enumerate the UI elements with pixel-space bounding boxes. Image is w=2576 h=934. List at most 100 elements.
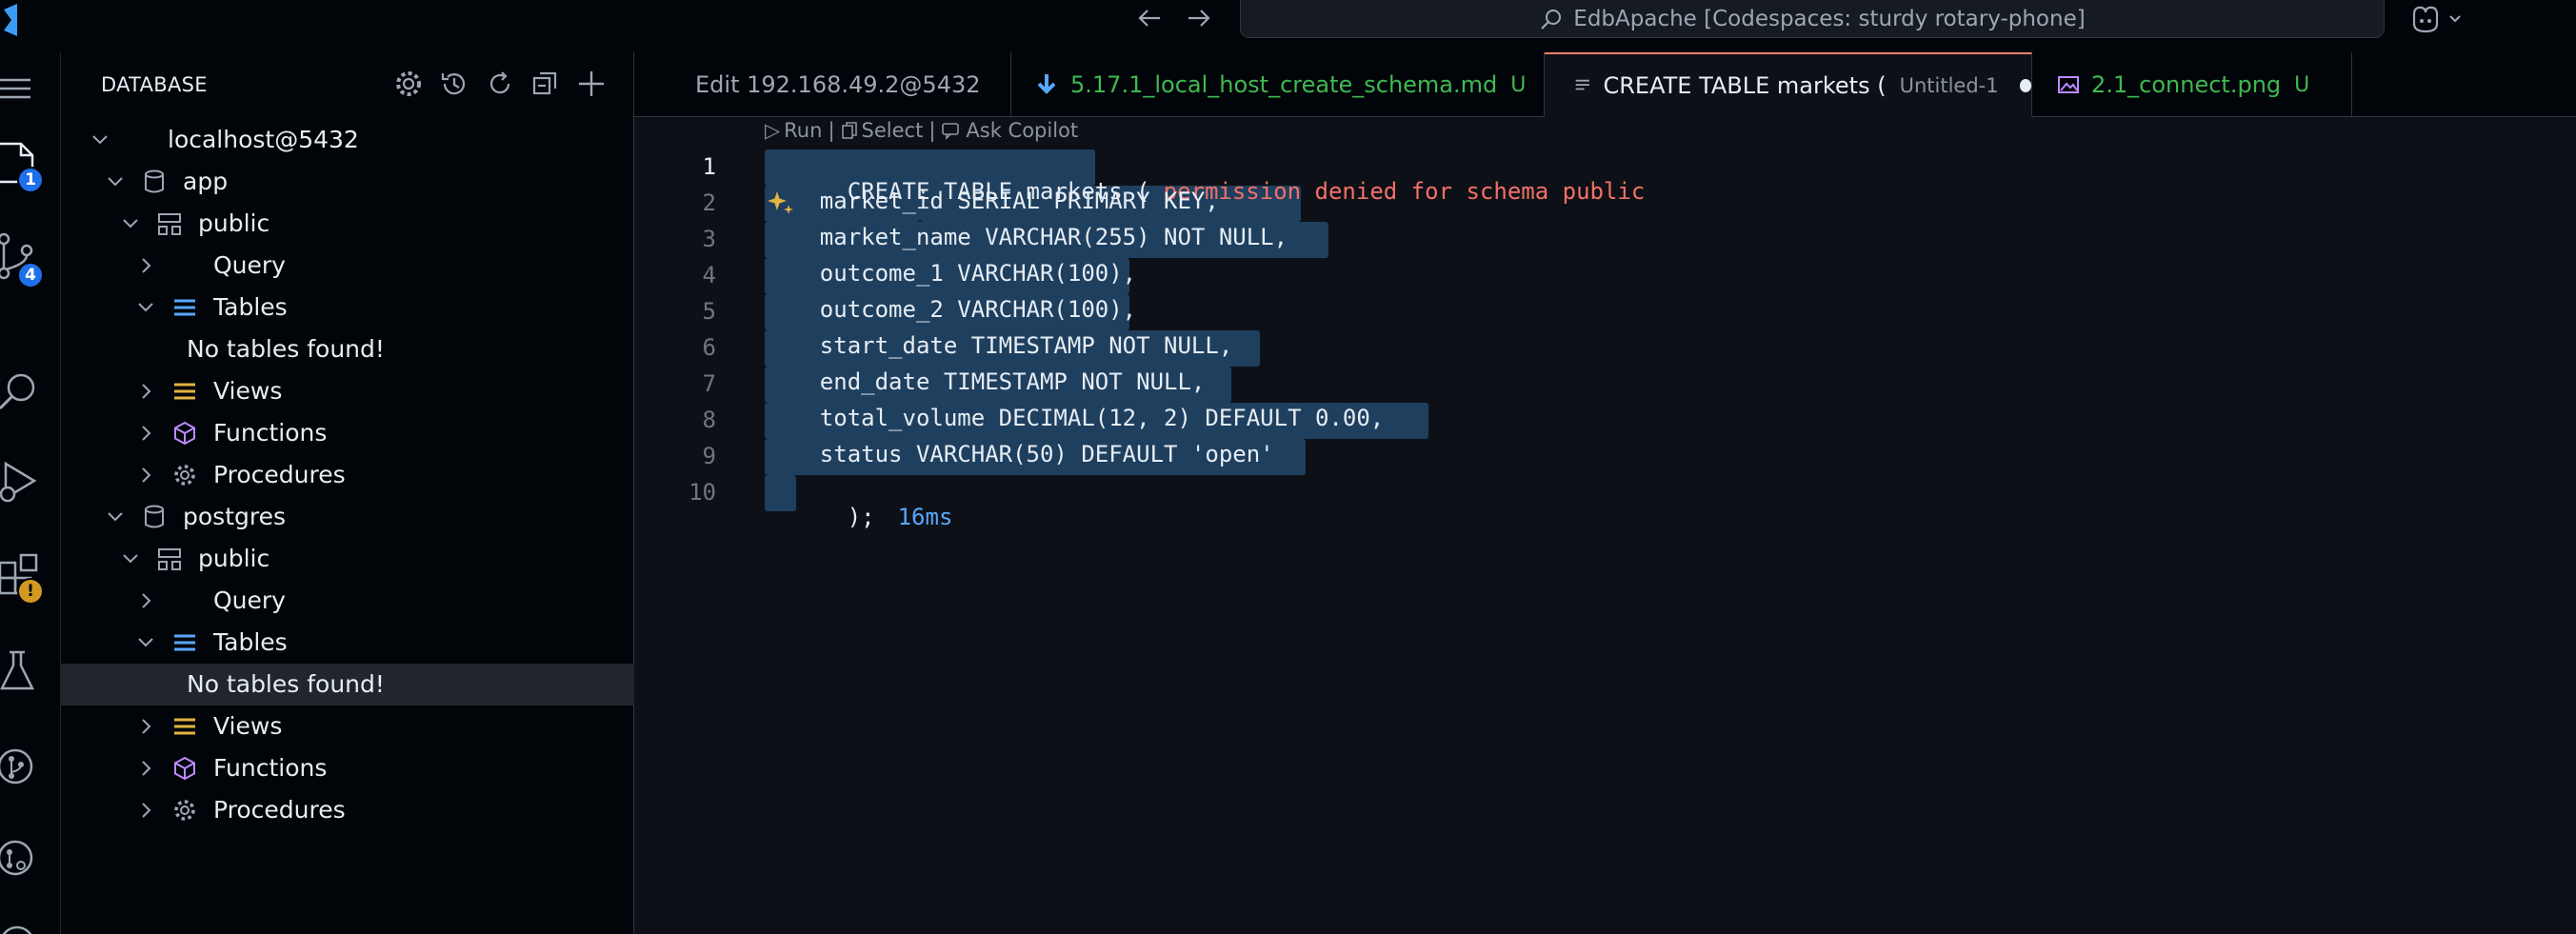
views-icon [174,718,195,735]
copilot-menu-button[interactable] [2407,2,2468,36]
search-icon [1541,9,1562,30]
tab-label: Edit 192.168.49.2@5432 [695,71,981,98]
chevron-right-icon [142,593,151,608]
refresh-icon[interactable] [484,68,516,100]
tree-item-schema-public[interactable]: public [61,203,634,245]
tree-item-database-app[interactable]: app [61,161,634,203]
chevron-down-icon [92,135,108,145]
tab-markdown-file[interactable]: 5.17.1_local_host_create_schema.md U [1011,52,1545,117]
tree-item-functions[interactable]: Functions [61,747,634,789]
text-file-icon [1575,79,1589,90]
chevron-right-icon [142,803,151,818]
codelens-select[interactable]: Select [862,119,924,142]
chevron-down-icon [123,554,138,564]
tree-item-label: postgres [183,503,286,530]
remote-explorer-icon[interactable] [0,831,48,884]
views-icon [174,383,195,400]
tree-item-procedures[interactable]: Procedures [61,454,634,496]
tree-item-views[interactable]: Views [61,370,634,412]
line-number: 5 [702,298,716,325]
tab-label: 2.1_connect.png [2091,71,2282,98]
tree-item-empty-message[interactable]: No tables found! [61,664,634,705]
tree-item-tables[interactable]: Tables [61,287,634,328]
chevron-down-icon [123,219,138,229]
activity-bar: 1 4 ! [0,52,61,934]
menu-icon[interactable] [0,62,48,115]
code-line: end_date TIMESTAMP NOT NULL, [765,368,1206,395]
unsaved-dot-icon[interactable] [2019,79,2031,92]
tree-item-empty-message: No tables found! [61,328,634,370]
codelens-run[interactable]: Run [784,119,822,142]
source-control-badge: 4 [17,262,44,288]
chevron-right-icon [142,761,151,776]
tree-item-views[interactable]: Views [61,705,634,747]
vscode-logo-icon[interactable] [0,4,21,36]
github-icon[interactable] [0,921,48,934]
code-text: ); [847,504,875,530]
chevron-down-icon [108,512,123,522]
collapse-all-icon[interactable] [529,68,562,100]
line-number: 4 [702,262,716,288]
history-icon[interactable] [438,68,470,100]
run-debug-icon[interactable] [0,454,48,507]
database-icon [145,505,164,528]
tree-item-tables[interactable]: Tables [61,622,634,664]
settings-gear-icon[interactable] [392,68,425,100]
testing-flask-icon[interactable] [0,645,48,698]
play-icon: ▷ [765,119,781,142]
line-number: 8 [702,407,716,433]
tree-item-label: Tables [213,293,288,321]
code-line: status VARCHAR(50) DEFAULT 'open' [765,441,1274,467]
code-line: start_date TIMESTAMP NOT NULL, [765,332,1233,359]
tree-item-label: Query [213,251,286,279]
chat-icon [942,123,960,140]
codelens-ask-copilot[interactable]: Ask Copilot [966,119,1078,142]
add-connection-icon[interactable] [575,68,608,100]
code-line: CREATE TABLE markets (permission denied … [765,151,1646,205]
code-line: market_id SERIAL PRIMARY KEY, [765,188,1219,214]
tree-item-label: No tables found! [187,670,385,698]
tree-item-query[interactable]: Query [61,245,634,287]
code-editor[interactable]: ▷ Run | Select | Ask Copilot 1 2 3 4 5 6… [634,117,2576,934]
tree-item-functions[interactable]: Functions [61,412,634,454]
chevron-right-icon [142,258,151,273]
tree-item-label: localhost@5432 [168,126,359,153]
tree-item-schema-public[interactable]: public [61,538,634,580]
chevron-down-icon [138,638,153,647]
tab-edit-connection[interactable]: Edit 192.168.49.2@5432 [634,52,1011,117]
chevron-down-icon [108,177,123,187]
line-number: 6 [702,334,716,361]
tree-item-label: Functions [213,419,328,447]
tree-item-database-postgres[interactable]: postgres [61,496,634,538]
chevron-right-icon [142,384,151,399]
tree-item-connection[interactable]: localhost@5432 [61,119,634,161]
chevron-right-icon [142,426,151,441]
chevron-down-icon [138,303,153,312]
arrow-left-icon[interactable] [1133,2,1166,34]
schema-icon [158,213,181,235]
chevron-right-icon [142,467,151,483]
search-icon[interactable] [0,367,48,420]
tab-untitled-sql[interactable]: CREATE TABLE markets ( Untitled-1 [1545,52,2032,117]
title-bar: EdbApache [Codespaces: sturdy rotary-pho… [0,0,2576,52]
tree-item-label: Views [213,712,283,740]
git-graph-icon[interactable] [0,740,48,793]
function-cube-icon [174,421,195,446]
extensions-warning-badge: ! [17,578,44,605]
explorer-button[interactable]: 1 [0,134,48,193]
arrow-right-icon[interactable] [1183,2,1215,34]
tab-label: CREATE TABLE markets ( [1603,72,1887,99]
tab-image-file[interactable]: 2.1_connect.png U [2032,52,2352,117]
tree-item-procedures[interactable]: Procedures [61,789,634,831]
tree-item-label: public [198,545,270,572]
source-control-button[interactable]: 4 [0,229,48,288]
tree-item-label: Functions [213,754,328,782]
line-number: 1 [702,153,716,180]
extensions-button[interactable]: ! [0,549,48,605]
command-center[interactable]: EdbApache [Codespaces: sturdy rotary-pho… [1240,0,2385,38]
tree-item-query[interactable]: Query [61,580,634,622]
error-message: permission denied for schema public [1163,178,1646,205]
line-number: 2 [702,189,716,216]
tree-item-label: app [183,168,229,195]
procedure-gear-icon [174,465,195,486]
